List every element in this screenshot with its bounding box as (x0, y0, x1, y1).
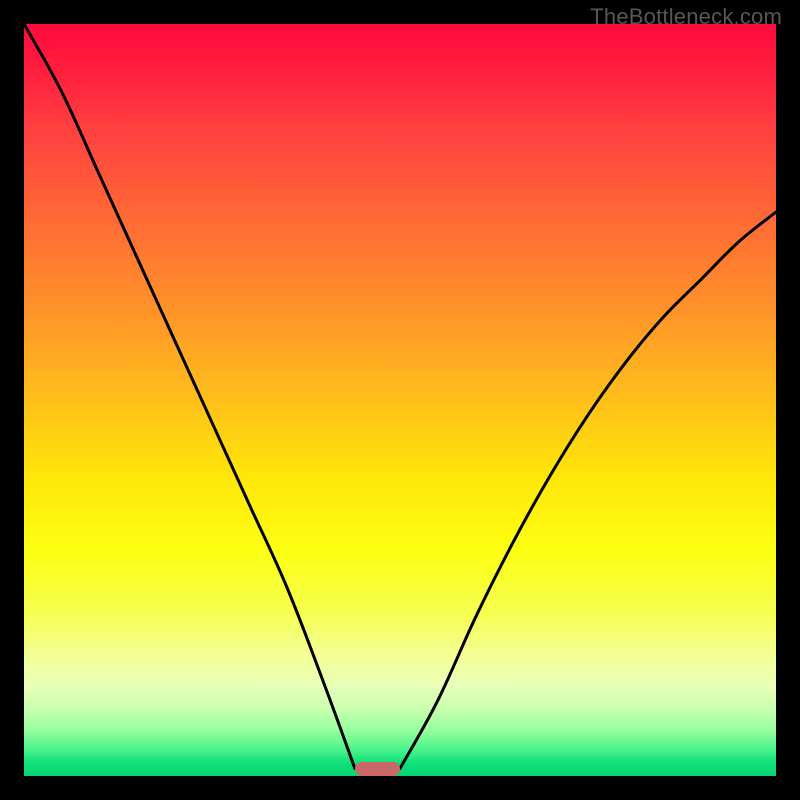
chart-frame: TheBottleneck.com (0, 0, 800, 800)
bottleneck-minimum-marker (355, 762, 400, 776)
marker-layer (24, 24, 776, 776)
plot-area (24, 24, 776, 776)
